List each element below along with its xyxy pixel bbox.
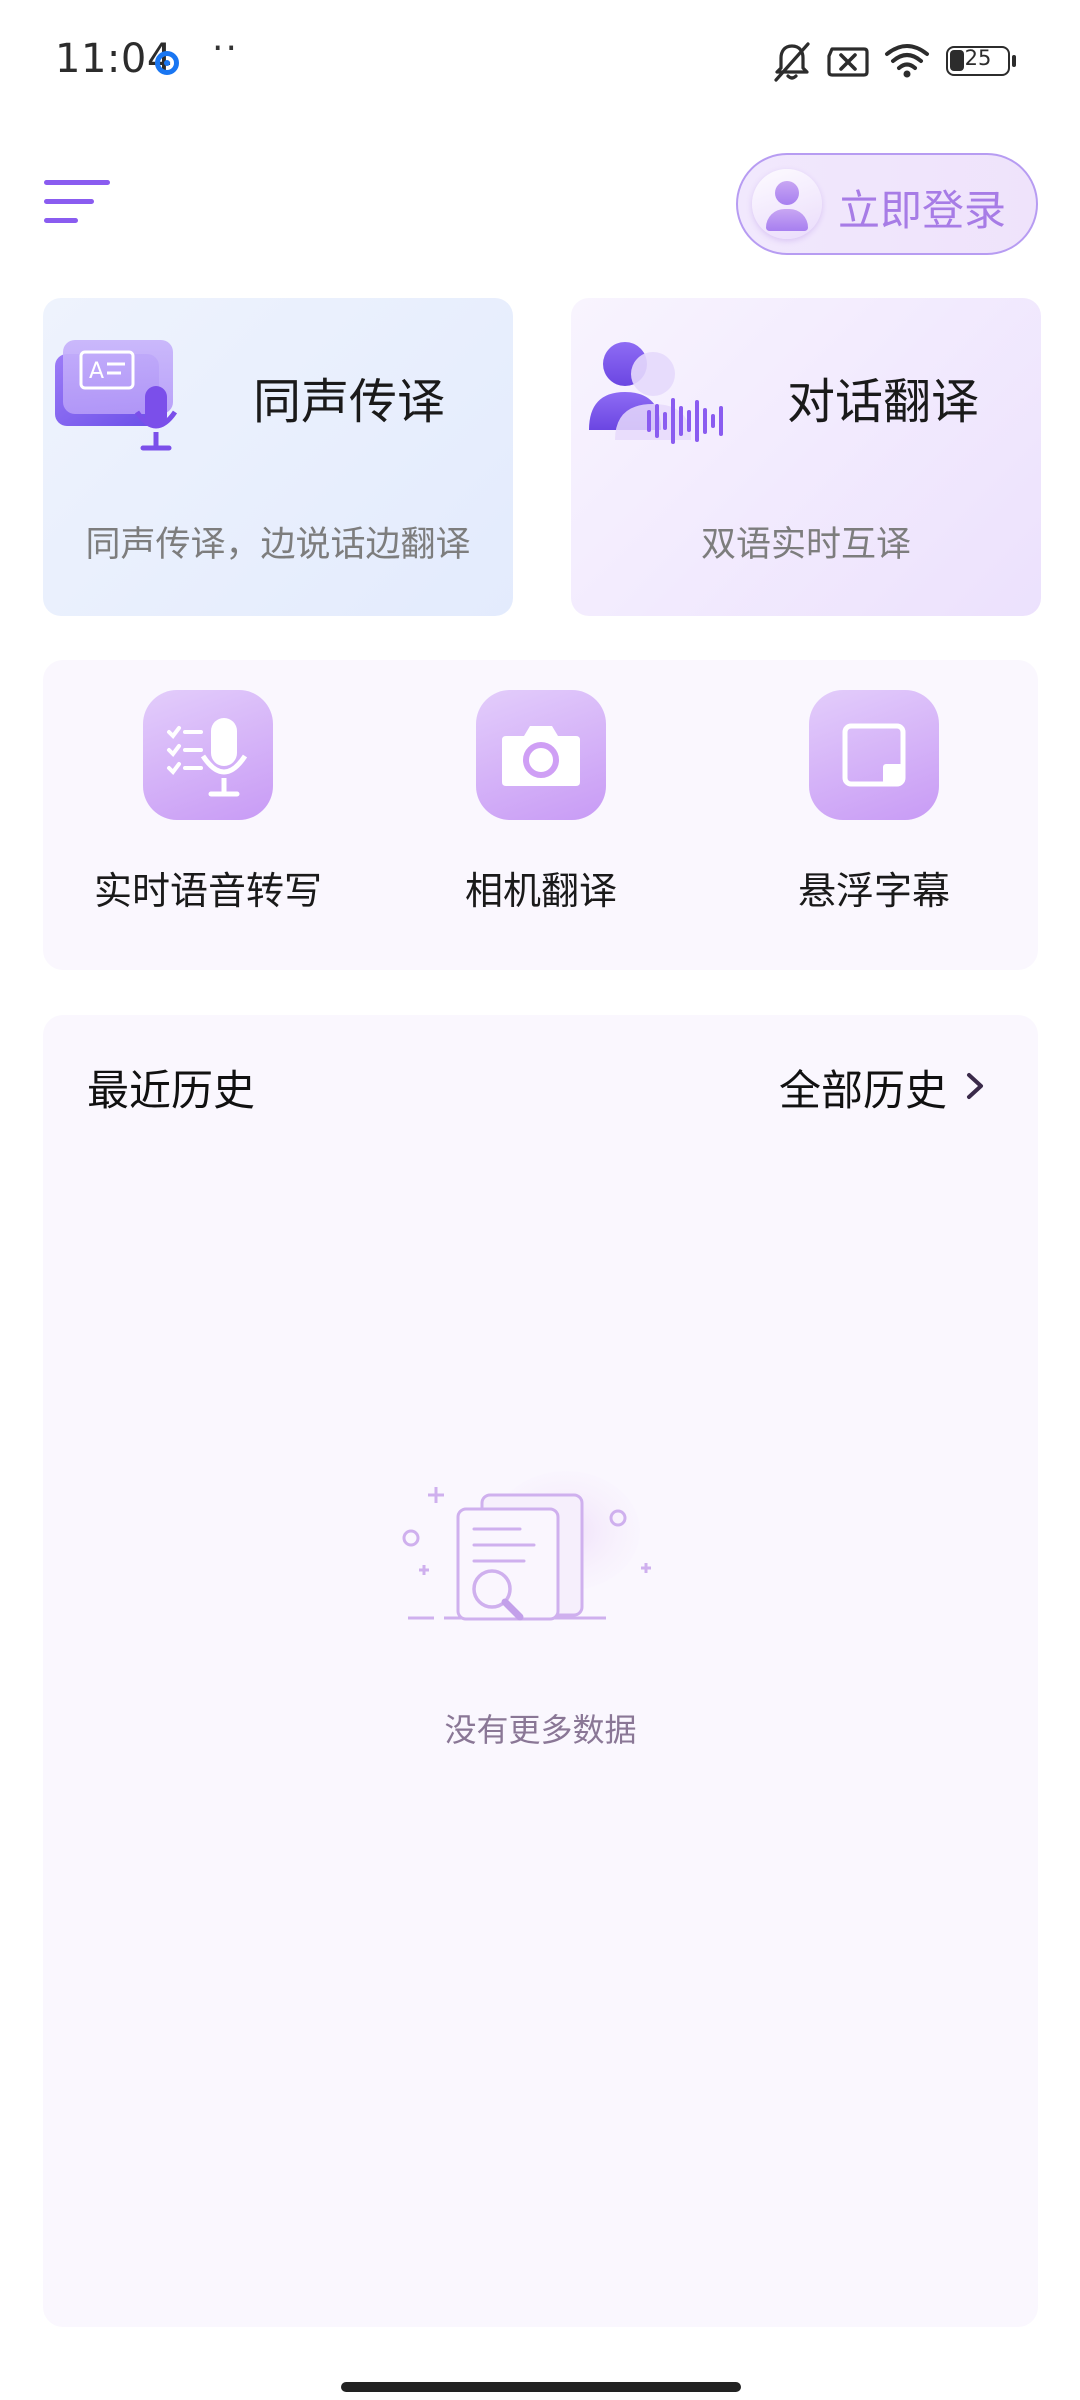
wifi-icon (885, 44, 929, 78)
login-label: 立即登录 (838, 186, 1007, 235)
history-panel: 最近历史 全部历史 没有更多数据 (43, 1015, 1038, 2327)
empty-state-text: 没有更多数据 (444, 1711, 637, 1749)
mic-transcribe-icon (143, 690, 273, 820)
battery-tip (1012, 55, 1016, 67)
status-more-icon: ·· (212, 28, 239, 69)
speaker-voice-icon (589, 342, 723, 444)
empty-documents-icon (402, 1471, 651, 1621)
avatar-icon (752, 169, 822, 239)
svg-text:A: A (89, 359, 104, 384)
mute-bell-icon (774, 42, 810, 82)
battery-icon: 25 (946, 46, 1010, 76)
sim-off-icon (827, 47, 869, 77)
card-subtitle: 双语实时互译 (700, 525, 911, 565)
battery-level: 25 (964, 46, 992, 70)
menu-icon[interactable] (44, 176, 116, 228)
location-status-icon (155, 51, 179, 75)
tool-label: 相机翻译 (464, 869, 617, 913)
dialogue-translation-card[interactable]: 对话翻译 双语实时互译 (571, 298, 1041, 616)
login-button[interactable]: 立即登录 (736, 153, 1038, 255)
slide-mic-icon: A (55, 340, 178, 451)
realtime-transcription-button[interactable]: 实时语音转写 (58, 660, 358, 970)
card-title: 对话翻译 (787, 374, 980, 430)
camera-icon (476, 690, 606, 820)
floating-subtitle-button[interactable]: 悬浮字幕 (724, 660, 1024, 970)
all-history-label: 全部历史 (779, 1066, 948, 1115)
floating-window-icon (809, 690, 939, 820)
card-subtitle: 同声传译，边说话边翻译 (85, 525, 471, 565)
home-indicator[interactable] (341, 2382, 741, 2392)
history-title: 最近历史 (87, 1066, 256, 1115)
card-title: 同声传译 (253, 374, 446, 430)
tools-panel: 实时语音转写 相机翻译 悬浮字幕 (43, 660, 1038, 970)
all-history-link[interactable]: 全部历史 (779, 1045, 1009, 1125)
chevron-right-icon (967, 1073, 983, 1099)
tool-label: 悬浮字幕 (797, 869, 950, 913)
simultaneous-interpretation-card[interactable]: A 同声传译 同声传译，边说话边翻译 (43, 298, 513, 616)
camera-translation-button[interactable]: 相机翻译 (391, 660, 691, 970)
tool-label: 实时语音转写 (93, 869, 322, 913)
